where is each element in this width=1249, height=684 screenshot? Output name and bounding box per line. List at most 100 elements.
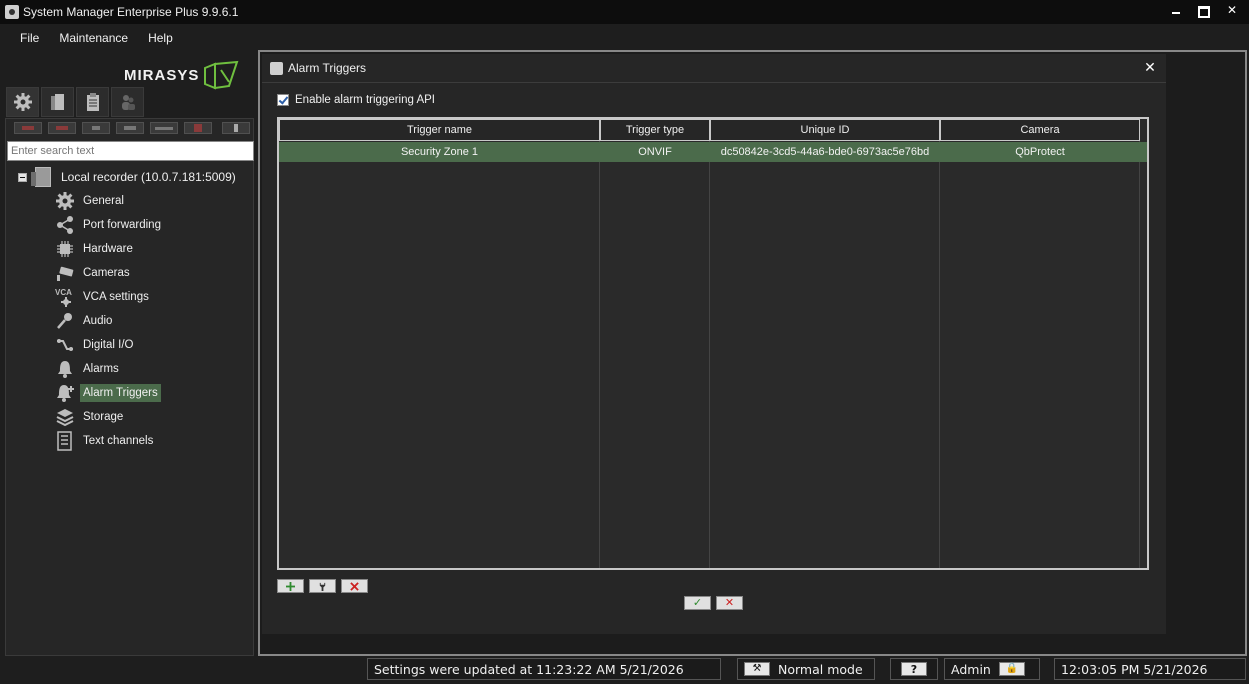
vca-icon: VCA [54,286,76,308]
tree-toolbar [14,122,256,134]
mode-icon[interactable]: ⚒ [744,662,770,676]
status-message: Settings were updated at 11:23:22 AM 5/2… [367,658,721,680]
dialog-title: Alarm Triggers [288,61,367,75]
header-unique-id[interactable]: Unique ID [710,119,940,141]
tab-clipboard[interactable] [76,87,109,117]
recorder-icon [50,94,64,110]
tree-item-label: Cameras [83,267,130,279]
tree-item-general[interactable]: General [54,189,127,213]
user-label: Admin [951,661,991,677]
cell-camera[interactable]: QbProtect [940,142,1140,162]
tree-item-label: Storage [83,411,124,423]
search-input[interactable] [7,141,254,161]
mode-panel: ⚒ Normal mode [737,658,875,680]
window-title: System Manager Enterprise Plus 9.9.6.1 [23,5,239,19]
collapse-icon[interactable] [18,172,27,182]
add-icon [286,582,295,591]
tree-item-vca-settings[interactable]: VCA VCA settings [54,285,152,309]
recorder-icon [31,167,51,187]
tree-item-label: Hardware [83,243,133,255]
tree-item-text-channels[interactable]: Text channels [54,429,156,453]
title-bar: System Manager Enterprise Plus 9.9.6.1 ✕ [0,0,1249,24]
dialog-icon [270,61,283,75]
tree-item-label: Digital I/O [83,339,134,351]
clipboard-icon [86,93,99,111]
add-recorder-button[interactable] [14,122,42,134]
dialog-buttons: ✓ ✕ [684,596,743,610]
tree-item-cameras[interactable]: Cameras [54,261,133,285]
tree-item-label: Port forwarding [83,219,161,231]
triggers-table: Trigger name Trigger type Unique ID Came… [277,117,1149,570]
help-panel: ? [890,658,938,680]
list-icon [54,430,76,452]
cell-trigger-type[interactable]: ONVIF [600,142,710,162]
logo-text: MIRASYS [124,66,200,84]
brand-logo: MIRASYS [124,60,239,90]
add-trigger-button[interactable] [277,579,304,593]
minimize-icon[interactable] [1169,3,1183,17]
status-bar: Settings were updated at 11:23:22 AM 5/2… [0,656,1249,684]
menu-file[interactable]: File [20,31,39,45]
gear-icon [13,93,32,111]
users-icon [121,95,135,110]
menu-help[interactable]: Help [148,31,173,45]
tree-item-label: Alarm Triggers [80,384,161,402]
alarm-triggers-dialog: Alarm Triggers ✕ Enable alarm triggering… [262,54,1166,634]
delete-icon [350,582,359,591]
column-trigger-name [279,119,600,568]
tab-settings[interactable] [6,87,39,117]
app-icon [5,5,19,19]
chip-icon [54,238,76,260]
connect-button[interactable] [222,122,250,134]
enable-api-checkbox[interactable] [277,94,289,106]
layers-icon [54,406,76,428]
lock-icon[interactable]: 🔒 [998,662,1025,676]
tree-item-digital-io[interactable]: Digital I/O [54,333,137,357]
clock: 12:03:05 PM 5/21/2026 [1054,658,1246,680]
tree-item-alarm-triggers[interactable]: Alarm Triggers [54,381,161,405]
wrench-icon [319,582,326,591]
delete-trigger-button[interactable] [341,579,368,593]
tree-root-recorder[interactable]: Local recorder (10.0.7.181:5009) [18,165,236,189]
svg-text:VCA: VCA [55,288,72,297]
tree-item-label: Alarms [83,363,119,375]
tab-users[interactable] [111,87,144,117]
bell-icon [54,358,76,380]
tree-item-storage[interactable]: Storage [54,405,126,429]
header-trigger-name[interactable]: Trigger name [279,119,600,141]
column-trigger-type [600,119,710,568]
tab-recorder[interactable] [41,87,74,117]
edit-trigger-button[interactable] [309,579,336,593]
digital-io-icon [54,334,76,356]
remove-button[interactable] [116,122,144,134]
bell-plus-icon [54,382,76,404]
maximize-icon[interactable] [1197,3,1211,17]
tree-item-alarms[interactable]: Alarms [54,357,122,381]
close-icon[interactable]: ✕ [1144,60,1156,74]
tree-item-port-forwarding[interactable]: Port forwarding [54,213,164,237]
microphone-icon [54,310,76,332]
tree-item-audio[interactable]: Audio [54,309,115,333]
add-button[interactable] [82,122,110,134]
table-actions [277,579,368,593]
menu-maintenance[interactable]: Maintenance [59,31,128,45]
share-icon [54,214,76,236]
cancel-button[interactable]: ✕ [716,596,743,610]
tree-item-label: General [83,195,124,207]
ok-button[interactable]: ✓ [684,596,711,610]
help-button[interactable]: ? [901,662,927,676]
tree-item-label: Text channels [83,435,154,447]
cell-unique-id[interactable]: dc50842e-3cd5-44a6-bde0-6973ac5e76bd [710,142,940,162]
logo-mark-icon [203,60,239,90]
column-camera [940,119,1140,568]
left-panel: MIRASYS Enter search text Local recorder… [0,52,258,656]
cell-trigger-name[interactable]: Security Zone 1 [279,142,600,162]
delete-button[interactable] [184,122,212,134]
enable-api-row[interactable]: Enable alarm triggering API [277,94,435,106]
tree-item-hardware[interactable]: Hardware [54,237,136,261]
move-button[interactable] [150,122,178,134]
header-trigger-type[interactable]: Trigger type [600,119,710,141]
header-camera[interactable]: Camera [940,119,1140,141]
remove-recorder-button[interactable] [48,122,76,134]
close-icon[interactable]: ✕ [1225,3,1239,17]
